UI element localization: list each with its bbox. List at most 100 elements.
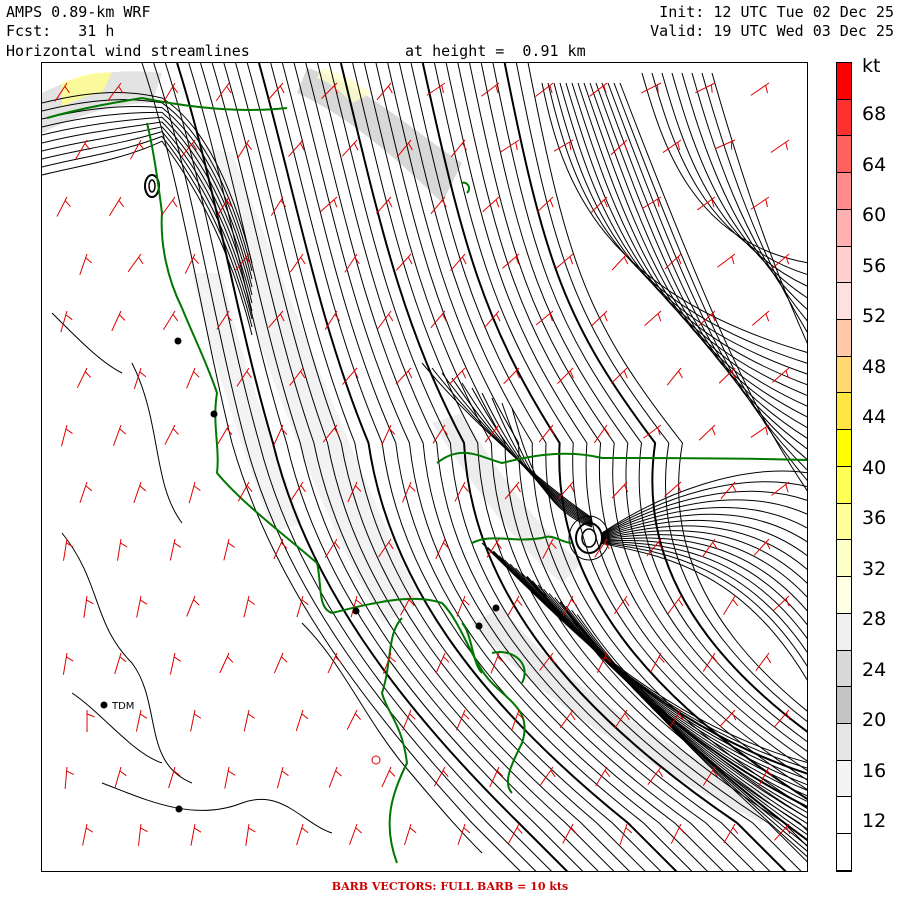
wind-barb bbox=[770, 139, 790, 153]
wind-barb bbox=[224, 766, 236, 789]
station-dot bbox=[352, 607, 360, 615]
streamline-map: TDM bbox=[41, 62, 808, 872]
map-canvas: TDM bbox=[42, 63, 807, 871]
wind-barb bbox=[377, 310, 394, 329]
wind-barb bbox=[79, 253, 93, 275]
station-dot bbox=[174, 337, 182, 345]
wind-barb bbox=[324, 310, 340, 330]
station-dot bbox=[475, 622, 483, 630]
wind-barb bbox=[273, 424, 288, 446]
wind-barb bbox=[667, 595, 684, 615]
streamline bbox=[601, 534, 807, 598]
colorbar-label: 60 bbox=[862, 204, 887, 226]
wind-barb bbox=[56, 196, 71, 217]
colorbar-segment bbox=[837, 320, 851, 357]
wind-barb bbox=[295, 709, 309, 732]
colorbar-segment bbox=[837, 283, 851, 321]
wind-barb bbox=[456, 595, 470, 617]
wind-barb bbox=[395, 253, 413, 271]
wind-barb bbox=[481, 82, 500, 97]
wind-barb bbox=[376, 82, 393, 101]
colorbar-label: 52 bbox=[862, 305, 887, 327]
wind-barb bbox=[60, 424, 73, 447]
wind-barb bbox=[133, 481, 147, 503]
streamline bbox=[565, 82, 807, 396]
streamline bbox=[541, 82, 807, 353]
colorbar-segment bbox=[837, 356, 851, 394]
wind-barb bbox=[750, 82, 770, 96]
wind-barb bbox=[82, 823, 94, 846]
wind-barb bbox=[750, 424, 770, 438]
wind-barb bbox=[664, 253, 682, 270]
streamline bbox=[701, 72, 807, 333]
wind-barb bbox=[404, 823, 417, 846]
wind-barb bbox=[611, 253, 629, 271]
wind-barb bbox=[190, 709, 202, 732]
streamline bbox=[61, 532, 193, 784]
wind-barb bbox=[169, 538, 182, 561]
colorbar-label: 64 bbox=[862, 153, 887, 176]
wind-barb bbox=[243, 595, 255, 618]
wind-barb bbox=[644, 310, 662, 327]
streamline bbox=[601, 499, 807, 536]
colorbar-segment bbox=[837, 393, 851, 431]
wind-barb bbox=[296, 595, 309, 618]
streamline bbox=[661, 72, 807, 287]
colorbar-segment bbox=[837, 99, 851, 137]
wind-barb bbox=[376, 196, 393, 214]
colorbar-segment bbox=[837, 136, 851, 174]
valid-time: Valid: 19 UTC Wed 03 Dec 25 bbox=[650, 22, 894, 40]
wind-barb bbox=[650, 652, 665, 673]
streamline bbox=[131, 362, 183, 524]
wind-barb bbox=[76, 367, 92, 389]
wind-barb bbox=[381, 766, 396, 788]
wind-barb bbox=[433, 766, 449, 787]
streamline bbox=[601, 490, 807, 535]
wind-barb bbox=[64, 766, 75, 789]
wind-barb bbox=[276, 766, 289, 789]
wind-barb bbox=[79, 481, 93, 504]
wind-barb bbox=[641, 82, 662, 94]
streamline bbox=[601, 542, 807, 667]
colorbar-segment bbox=[837, 209, 851, 247]
wind-barb bbox=[670, 823, 685, 844]
wind-barb bbox=[273, 652, 288, 674]
station-dot bbox=[210, 410, 218, 418]
wind-barb bbox=[349, 823, 363, 845]
colorbar-label: 28 bbox=[862, 608, 887, 630]
colorbar-label: 36 bbox=[862, 507, 887, 529]
wind-barb bbox=[751, 310, 770, 326]
wind-barb bbox=[666, 367, 683, 386]
wind-barb bbox=[135, 709, 148, 732]
wind-barb bbox=[111, 310, 126, 332]
colorbar-label: 24 bbox=[862, 658, 887, 681]
station-dot-tdm bbox=[100, 701, 108, 709]
wind-barb bbox=[555, 253, 574, 269]
streamline bbox=[601, 543, 807, 681]
barb-legend: BARB VECTORS: FULL BARB = 10 kts bbox=[331, 880, 569, 893]
colorbar-segment bbox=[837, 650, 851, 688]
wind-barb bbox=[723, 595, 739, 615]
streamline bbox=[352, 63, 802, 871]
wind-barb bbox=[341, 139, 359, 157]
colorbar-segment bbox=[837, 430, 851, 467]
wind-barb bbox=[62, 652, 74, 675]
wind-barb bbox=[342, 367, 359, 385]
forecast-hour: Fcst: 31 h bbox=[6, 22, 115, 40]
wind-barb bbox=[482, 196, 500, 213]
wind-barb bbox=[750, 196, 770, 210]
streamline bbox=[681, 72, 807, 310]
wind-barb bbox=[346, 709, 361, 730]
wind-barb bbox=[223, 538, 235, 561]
station-dot bbox=[492, 604, 500, 612]
wind-barb bbox=[163, 82, 179, 103]
wind-barb bbox=[60, 310, 73, 333]
streamline bbox=[577, 82, 807, 418]
station-ring bbox=[371, 755, 381, 765]
colorbar-label: 48 bbox=[862, 355, 887, 378]
wind-barb bbox=[243, 709, 256, 732]
wind-barb bbox=[116, 538, 128, 561]
wind-barb bbox=[83, 595, 94, 618]
colorbar-segment bbox=[837, 613, 851, 651]
colorbar-segment bbox=[837, 246, 851, 284]
